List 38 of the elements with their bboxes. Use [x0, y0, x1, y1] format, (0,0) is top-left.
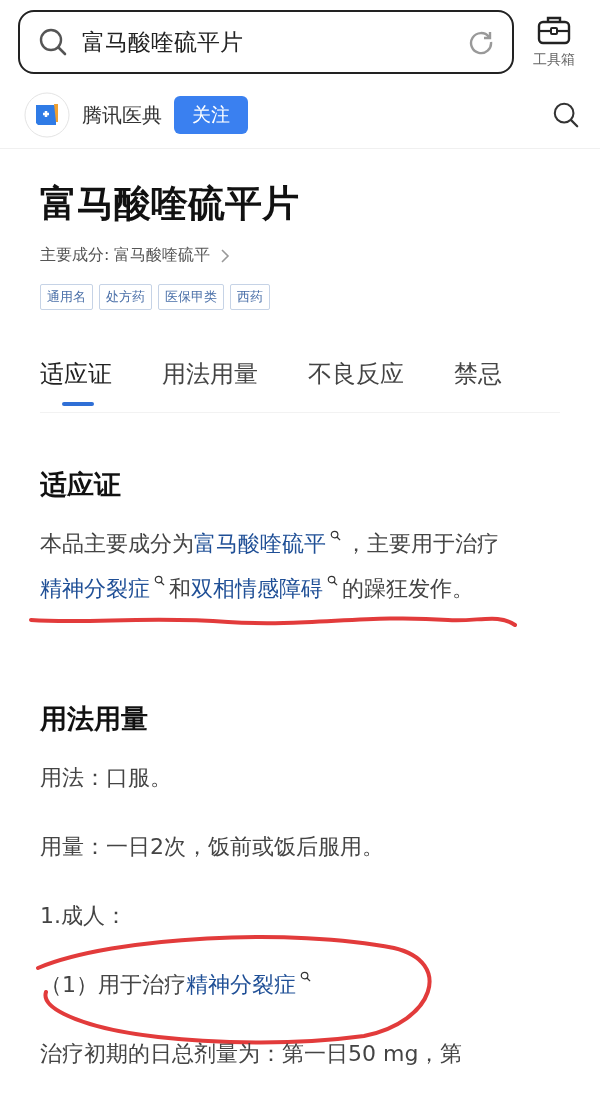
toolbox-icon[interactable] [537, 15, 571, 45]
keyword-link[interactable]: 双相情感障碍 [191, 576, 342, 601]
logo-icon [24, 92, 70, 138]
paragraph: 1.成人： [40, 902, 128, 930]
search-icon[interactable] [552, 101, 580, 129]
search-input[interactable]: 富马酸喹硫平片 [80, 28, 456, 56]
tag: 通用名 [40, 284, 93, 310]
source-name: 腾讯医典 [82, 101, 162, 129]
paragraph: 本品主要成分为富马酸喹硫平 ，主要用于治疗 精神分裂症 和双相情感障碍 的躁狂发作。 [40, 529, 500, 603]
keyword-link[interactable]: 精神分裂症 [186, 972, 315, 997]
ingredient-link[interactable]: 主要成分: 富马酸喹硫平 [40, 245, 211, 266]
search-field[interactable]: 富马酸喹硫平片 [18, 10, 514, 74]
drug-title: 富马酸喹硫平片 [40, 181, 300, 227]
chevron-icon[interactable] [220, 247, 231, 264]
search-icon[interactable] [330, 530, 341, 541]
follow-button[interactable]: 关注 [174, 96, 248, 134]
search-icon[interactable] [300, 971, 311, 982]
keyword-link[interactable]: 富马酸喹硫平 [194, 531, 345, 556]
section-heading: 适应证 [40, 468, 122, 502]
active-tab-indicator [62, 402, 94, 406]
tab[interactable]: 不良反应 [308, 358, 404, 390]
paragraph: 用量：一日2次，饭前或饭后服用。 [40, 833, 385, 861]
section-heading: 用法用量 [40, 702, 149, 736]
keyword-link[interactable]: 精神分裂症 [40, 576, 169, 601]
search-icon[interactable] [327, 575, 338, 586]
tag: 处方药 [99, 284, 152, 310]
toolbox-label[interactable]: 工具箱 [533, 51, 575, 69]
tab[interactable]: 用法用量 [162, 358, 258, 390]
tab[interactable]: 禁忌 [454, 358, 502, 390]
search-icon[interactable] [154, 575, 165, 586]
paragraph: （1）用于治疗精神分裂症 [40, 962, 560, 1007]
tag: 医保甲类 [158, 284, 224, 310]
tag: 西药 [230, 284, 270, 310]
paragraph: 治疗初期的日总剂量为：第一日50 mg，第 [40, 1040, 464, 1068]
refresh-icon[interactable] [468, 29, 494, 55]
paragraph: 用法：口服。 [40, 764, 173, 792]
tab[interactable]: 适应证 [40, 358, 112, 390]
search-icon [38, 27, 68, 57]
